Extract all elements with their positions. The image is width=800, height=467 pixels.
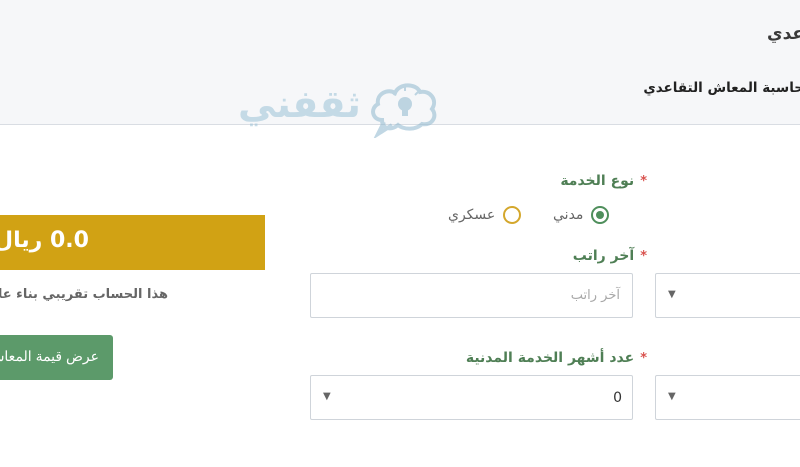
civil-months-select[interactable]: ▼ 0 [310, 375, 633, 420]
radio-military-circle[interactable] [503, 206, 522, 224]
civil-years-select[interactable]: ▼ [655, 375, 800, 420]
service-type-label: * نوع الخدمة [560, 173, 647, 189]
last-salary-placeholder: آخر راتب [570, 288, 620, 303]
chevron-down-icon: ▼ [323, 391, 331, 402]
radio-military[interactable]: عسكري [448, 206, 522, 224]
estimate-note: هذا الحساب تقريبي بناء على [0, 287, 168, 302]
civil-months-label: * عدد أشهر الخدمة المدنية [466, 350, 647, 366]
show-pension-button[interactable]: عرض قيمة المعاش [0, 335, 113, 380]
breadcrumb: حاسبة المعاش التقاعدي [643, 80, 800, 96]
pension-amount: 0.0 ريال [0, 228, 89, 253]
last-salary-label-text: آخر راتب [572, 248, 635, 264]
watermark: ثقفني [238, 78, 443, 140]
last-salary-input[interactable]: آخر راتب [310, 273, 633, 318]
watermark-text: ثقفني [238, 82, 361, 126]
civil-months-value: 0 [613, 390, 622, 406]
last-salary-label: * آخر راتب [573, 248, 647, 264]
service-type-label-text: نوع الخدمة [560, 173, 635, 189]
radio-civil-label: مدني [553, 207, 584, 223]
pension-result-box: 0.0 ريال [0, 215, 265, 270]
radio-civil[interactable]: مدني [553, 206, 610, 224]
civil-months-label-text: عدد أشهر الخدمة المدنية [465, 350, 635, 366]
show-pension-button-label: عرض قيمة المعاش [0, 348, 99, 364]
required-mark: * [640, 351, 647, 366]
chevron-down-icon: ▼ [668, 289, 676, 300]
radio-military-label: عسكري [448, 207, 496, 223]
required-mark: * [640, 249, 647, 264]
page-title: عدي [766, 24, 800, 44]
salary-select[interactable]: ▼ [655, 273, 800, 318]
radio-civil-circle[interactable] [591, 206, 610, 224]
chevron-down-icon: ▼ [668, 391, 676, 402]
lightbulb-cloud-icon [371, 83, 437, 138]
required-mark: * [640, 174, 647, 189]
